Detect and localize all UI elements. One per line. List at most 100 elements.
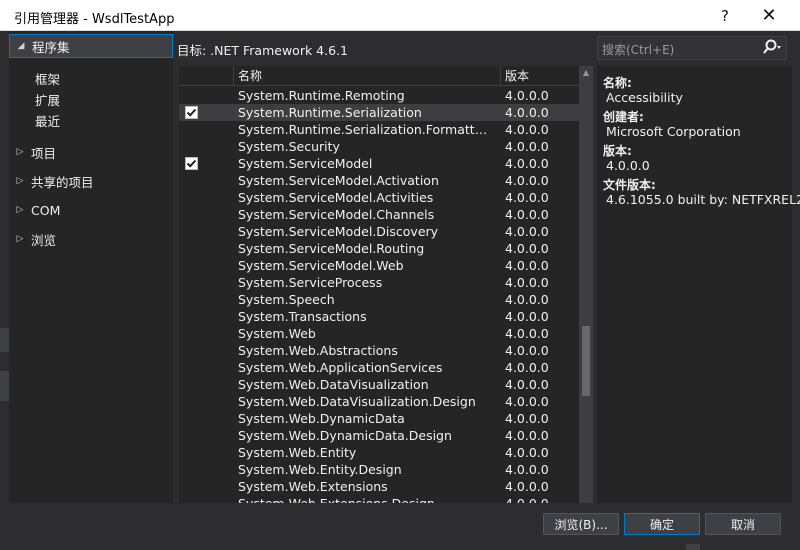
table-row[interactable]: System.Transactions 4.0.0.0: [179, 308, 579, 325]
details-version-value: 4.0.0.0: [606, 158, 650, 173]
details-version-label: 版本:: [603, 144, 632, 158]
assembly-version: 4.0.0.0: [505, 105, 549, 120]
search-icon-graphic: [763, 39, 781, 54]
assembly-version: 4.0.0.0: [505, 411, 549, 426]
assembly-version: 4.0.0.0: [505, 445, 549, 460]
assembly-version: 4.0.0.0: [505, 122, 549, 137]
assembly-name: System.ServiceModel.Activities: [238, 190, 434, 205]
table-row[interactable]: System.Security 4.0.0.0: [179, 138, 579, 155]
list-rows: System.Runtime.Remoting 4.0.0.0 System.Run…: [179, 87, 579, 503]
assembly-name: System.Runtime.Serialization: [238, 105, 422, 120]
table-row[interactable]: System.Web.DataVisualization.Design 4.0.0…: [179, 393, 579, 410]
sidebar-item-browse[interactable]: ▷ 浏览: [9, 227, 173, 251]
table-row[interactable]: System.Speech 4.0.0.0: [179, 291, 579, 308]
assembly-version: 4.0.0.0: [505, 360, 549, 375]
assembly-name: System.Web.Extensions: [238, 479, 388, 494]
sidebar-item-com[interactable]: ▷ COM: [9, 198, 173, 222]
table-row[interactable]: System.ServiceModel.Web 4.0.0.0: [179, 257, 579, 274]
table-row[interactable]: System.Web 4.0.0.0: [179, 325, 579, 342]
edge-mark: [0, 371, 9, 401]
expand-down-icon: ◢: [17, 41, 25, 51]
assembly-list[interactable]: 名称 版本 System.Runtime.Remoting 4.0.0.0 Syst…: [179, 66, 593, 503]
assembly-name: System.ServiceProcess: [238, 275, 383, 290]
table-row[interactable]: System.Web.DynamicData 4.0.0.0: [179, 410, 579, 427]
expand-right-icon: ▷: [16, 234, 24, 244]
left-edge: [0, 31, 9, 550]
sidebar-item-assemblies[interactable]: ◢ 程序集: [9, 34, 173, 58]
assembly-version: 4.0.0.0: [505, 258, 549, 273]
resize-grip[interactable]: [686, 544, 700, 550]
expand-right-icon: ▷: [16, 147, 24, 157]
sidebar: ◢ 程序集 框架 扩展 最近 ▷ 项目 ▷ 共享的项目 ▷ COM ▷ 浏览: [9, 31, 173, 503]
sidebar-item-label: 共享的项目: [31, 174, 94, 190]
assembly-name: System.Speech: [238, 292, 335, 307]
table-row[interactable]: System.Web.Extensions.Design 4.0.0.0: [179, 495, 579, 503]
search-icon[interactable]: [762, 38, 782, 60]
sidebar-item-label: 扩展: [35, 92, 61, 108]
table-row[interactable]: System.ServiceModel.Discovery 4.0.0.0: [179, 223, 579, 240]
search-placeholder: 搜索(Ctrl+E): [602, 43, 675, 57]
details-name-value: Accessibility: [606, 90, 683, 105]
details-creator-value: Microsoft Corporation: [606, 124, 741, 139]
sidebar-item-projects[interactable]: ▷ 项目: [9, 140, 173, 164]
table-row[interactable]: System.Web.DataVisualization 4.0.0.0: [179, 376, 579, 393]
assembly-version: 4.0.0.0: [505, 156, 549, 171]
help-button[interactable]: ?: [702, 0, 748, 31]
dialog-footer: 浏览(B)... 确定 取消: [0, 503, 800, 550]
scroll-thumb[interactable]: [582, 326, 590, 396]
close-button[interactable]: ✕: [746, 0, 792, 31]
assembly-version: 4.0.0.0: [505, 394, 549, 409]
checkbox-checked-icon[interactable]: [185, 157, 198, 170]
window-title: 引用管理器 - WsdlTestApp: [14, 12, 175, 27]
target-header: 目标: .NET Framework 4.6.1: [173, 31, 593, 63]
cancel-button[interactable]: 取消: [705, 513, 781, 535]
assembly-name: System.Web.ApplicationServices: [238, 360, 443, 375]
table-row[interactable]: System.ServiceProcess 4.0.0.0: [179, 274, 579, 291]
assembly-version: 4.0.0.0: [505, 88, 549, 103]
assembly-version: 4.0.0.0: [505, 462, 549, 477]
assembly-name: System.Runtime.Serialization.Formatters.…: [238, 122, 492, 137]
assembly-name: System.Web.Abstractions: [238, 343, 398, 358]
table-row[interactable]: System.Web.DynamicData.Design 4.0.0.0: [179, 427, 579, 444]
assembly-version: 4.0.0.0: [505, 224, 549, 239]
assembly-version: 4.0.0.0: [505, 173, 549, 188]
table-row[interactable]: System.ServiceModel.Activities 4.0.0.0: [179, 189, 579, 206]
checkbox-checked-icon[interactable]: [185, 106, 198, 119]
table-row[interactable]: System.Web.ApplicationServices 4.0.0.0: [179, 359, 579, 376]
ok-button[interactable]: 确定: [624, 513, 700, 535]
assembly-version: 4.0.0.0: [505, 207, 549, 222]
assembly-name: System.Web.Entity.Design: [238, 462, 402, 477]
table-row[interactable]: System.Runtime.Serialization 4.0.0.0: [179, 104, 579, 121]
column-header-version[interactable]: 版本: [500, 66, 569, 86]
expand-right-icon: ▷: [16, 205, 24, 215]
assembly-name: System.Web.DataVisualization: [238, 377, 429, 392]
table-row[interactable]: System.ServiceModel 4.0.0.0: [179, 155, 579, 172]
sidebar-item-label: 最近: [35, 113, 61, 129]
table-row[interactable]: System.ServiceModel.Routing 4.0.0.0: [179, 240, 579, 257]
table-row[interactable]: System.Web.Abstractions 4.0.0.0: [179, 342, 579, 359]
table-row[interactable]: System.ServiceModel.Channels 4.0.0.0: [179, 206, 579, 223]
assembly-version: 4.0.0.0: [505, 241, 549, 256]
assembly-version: 4.0.0.0: [505, 496, 549, 503]
column-header-name[interactable]: 名称: [233, 66, 500, 86]
sidebar-item-recent[interactable]: 最近: [35, 110, 173, 130]
table-row[interactable]: System.ServiceModel.Activation 4.0.0.0: [179, 172, 579, 189]
table-row[interactable]: System.Runtime.Serialization.Formatters.…: [179, 121, 579, 138]
table-row[interactable]: System.Web.Entity 4.0.0.0: [179, 444, 579, 461]
assembly-version: 4.0.0.0: [505, 292, 549, 307]
assembly-version: 4.0.0.0: [505, 309, 549, 324]
table-row[interactable]: System.Web.Entity.Design 4.0.0.0: [179, 461, 579, 478]
assembly-name: System.Web.DataVisualization.Design: [238, 394, 476, 409]
sidebar-item-shared-projects[interactable]: ▷ 共享的项目: [9, 169, 173, 193]
browse-button[interactable]: 浏览(B)...: [543, 513, 619, 535]
sidebar-item-extensions[interactable]: 扩展: [35, 89, 173, 109]
scroll-up-icon[interactable]: ▲: [579, 66, 593, 80]
vertical-scrollbar[interactable]: ▲: [579, 66, 593, 503]
expand-right-icon: ▷: [16, 176, 24, 186]
assembly-name: System.Runtime.Remoting: [238, 88, 405, 103]
details-name-label: 名称:: [603, 76, 632, 90]
search-input[interactable]: 搜索(Ctrl+E): [597, 36, 787, 60]
sidebar-item-framework[interactable]: 框架: [35, 68, 173, 88]
table-row[interactable]: System.Web.Extensions 4.0.0.0: [179, 478, 579, 495]
table-row[interactable]: System.Runtime.Remoting 4.0.0.0: [179, 87, 579, 104]
